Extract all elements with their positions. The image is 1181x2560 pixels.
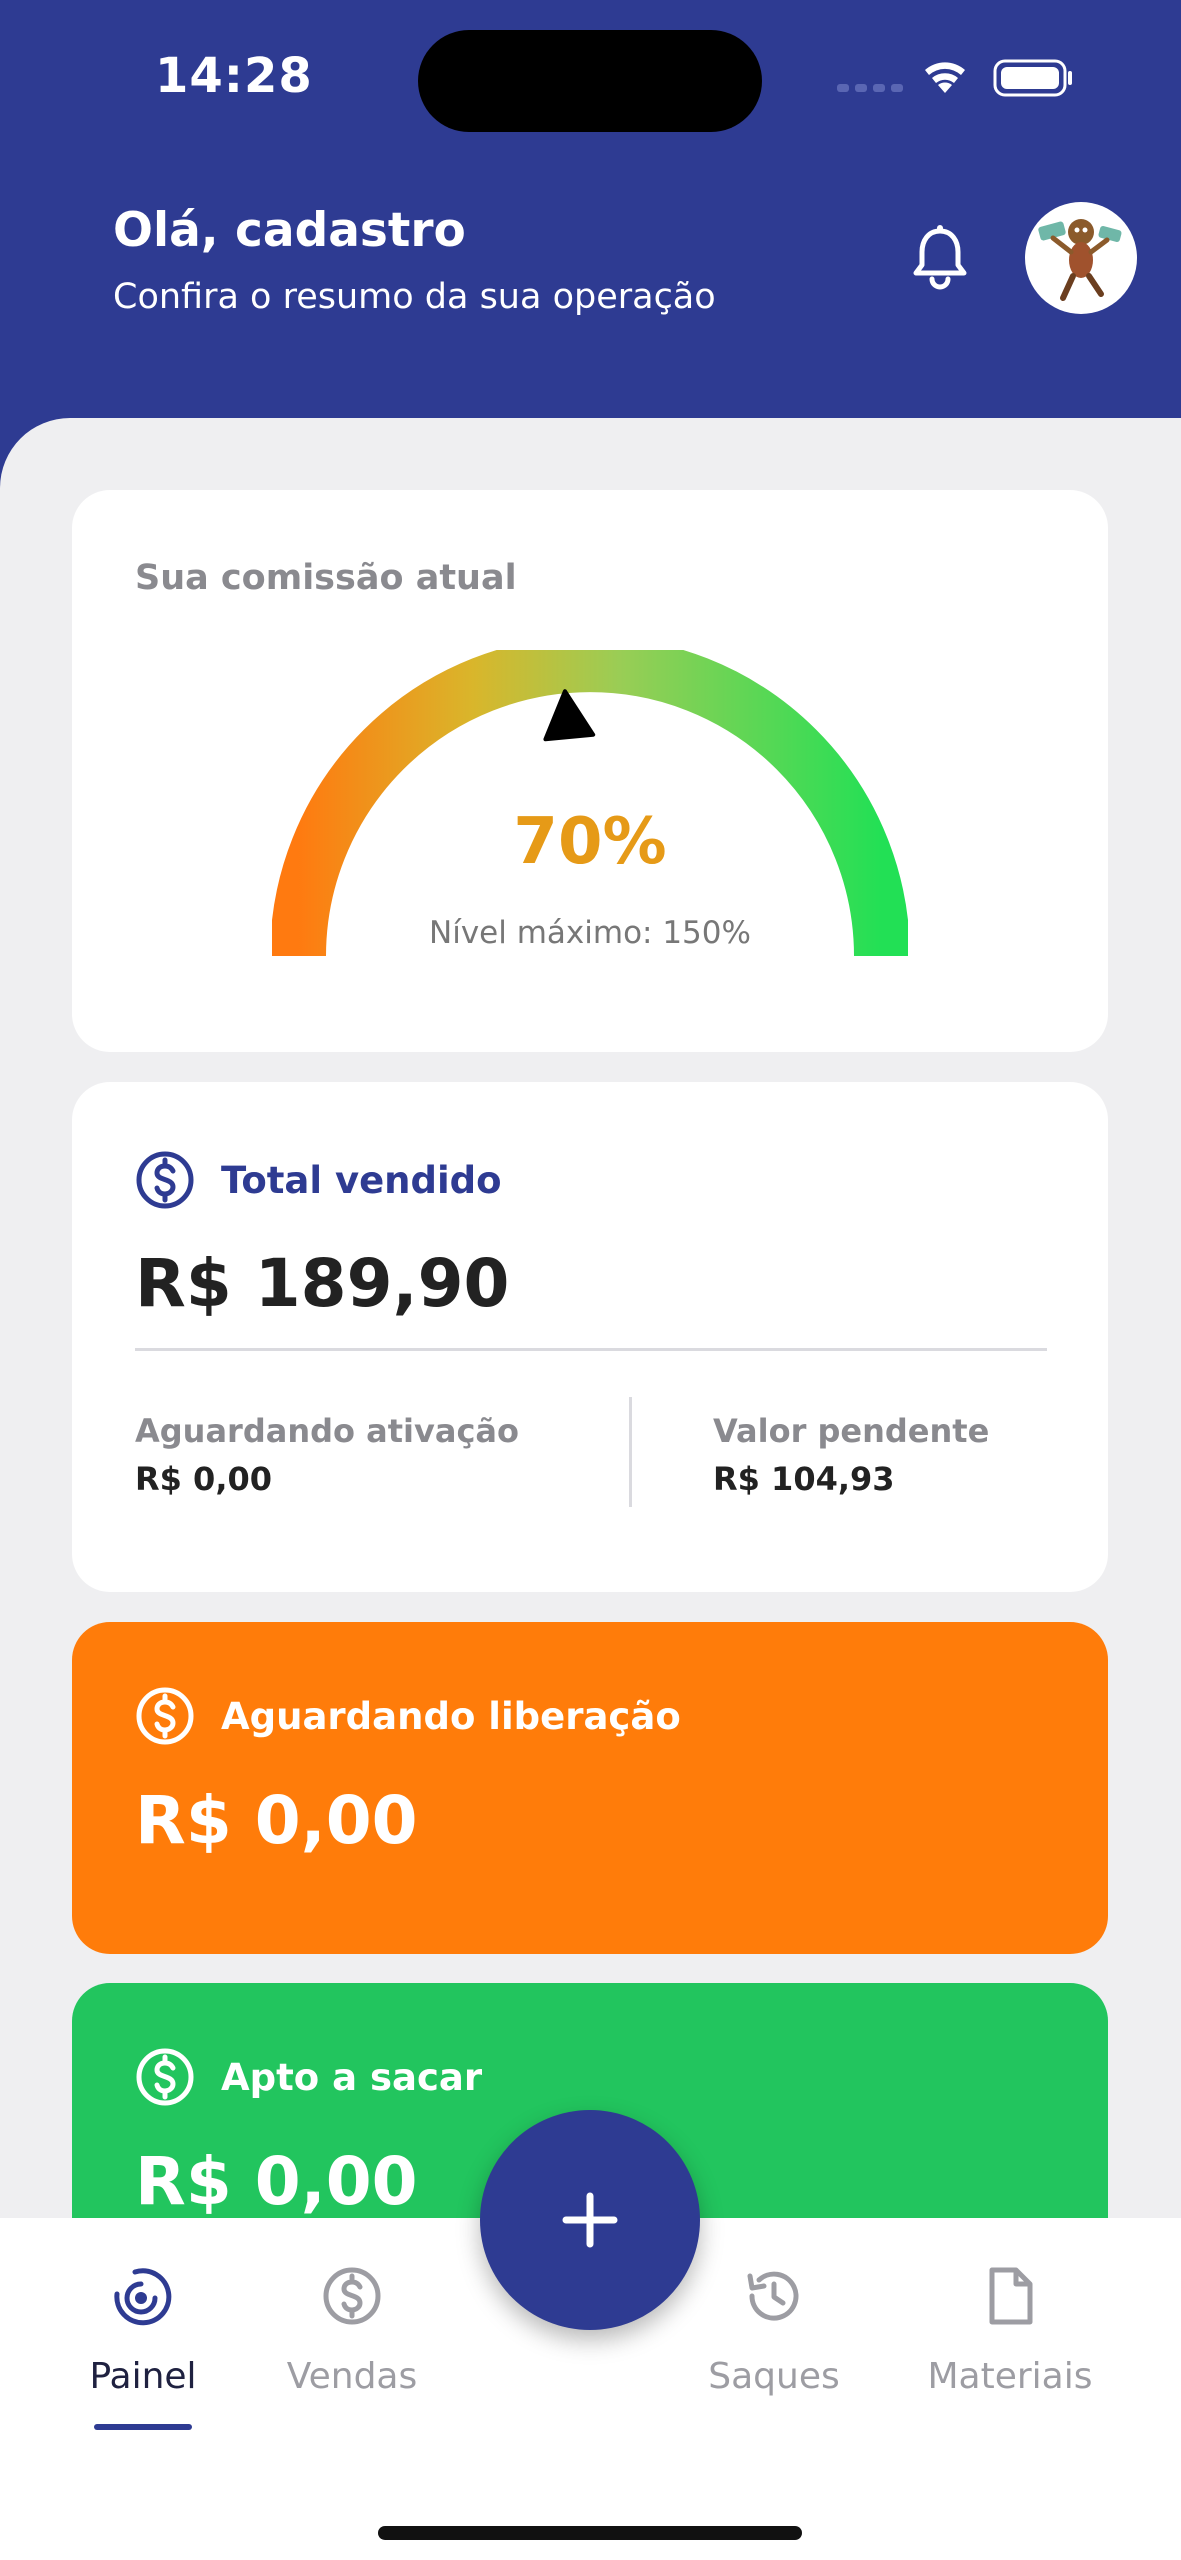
- document-icon: [989, 2267, 1033, 2325]
- dollar-circle-icon: [136, 2048, 194, 2106]
- tab-materiais[interactable]: Materiais: [910, 2218, 1110, 2478]
- greeting-title: Olá, cadastro: [113, 203, 466, 258]
- commission-value: 70%: [513, 805, 667, 879]
- history-icon: [747, 2271, 799, 2321]
- awaiting-activation-value: R$ 0,00: [135, 1460, 272, 1498]
- awaiting-release-amount: R$ 0,00: [135, 1782, 418, 1859]
- awaiting-activation-label: Aguardando ativação: [135, 1412, 519, 1450]
- commission-title: Sua comissão atual: [135, 558, 517, 598]
- tab-vendas[interactable]: Vendas: [252, 2218, 452, 2478]
- dollar-circle-icon: [136, 1151, 194, 1209]
- notification-bell-icon[interactable]: [910, 225, 970, 291]
- painel-icon: [114, 2268, 172, 2326]
- tab-saques-label: Saques: [708, 2356, 840, 2397]
- cellular-signal-icon: [837, 84, 903, 92]
- awaiting-release-card[interactable]: Aguardando liberação R$ 0,00: [72, 1622, 1108, 1954]
- mascot-image: [1038, 219, 1122, 301]
- divider: [135, 1348, 1047, 1351]
- avatar[interactable]: [1025, 202, 1137, 314]
- commission-max-level: Nível máximo: 150%: [429, 915, 751, 951]
- total-sold-amount: R$ 189,90: [135, 1245, 510, 1322]
- greeting-subtitle: Confira o resumo da sua operação: [113, 277, 716, 317]
- dollar-circle-icon: [136, 1687, 194, 1745]
- ready-to-withdraw-header: Apto a sacar: [135, 2047, 482, 2107]
- total-sold-header: Total vendido: [135, 1150, 502, 1210]
- plus-icon: [562, 2192, 618, 2248]
- ready-to-withdraw-amount: R$ 0,00: [135, 2143, 418, 2220]
- total-sold-title: Total vendido: [221, 1158, 502, 1202]
- wifi-icon: [925, 62, 965, 93]
- battery-icon: [993, 59, 1072, 97]
- status-time: 14:28: [155, 48, 313, 104]
- status-icons: [837, 59, 1072, 97]
- dynamic-island: [418, 30, 762, 132]
- total-sold-card[interactable]: Total vendido R$ 189,90 Aguardando ativa…: [72, 1082, 1108, 1592]
- awaiting-release-header: Aguardando liberação: [135, 1686, 681, 1746]
- active-tab-indicator: [94, 2424, 192, 2430]
- commission-card: Sua comissão atual 70% Nível máximo: 150…: [72, 490, 1108, 1052]
- pending-value: R$ 104,93: [713, 1460, 895, 1498]
- tab-vendas-label: Vendas: [286, 2356, 418, 2397]
- awaiting-release-title: Aguardando liberação: [221, 1694, 681, 1738]
- gauge-needle: [543, 689, 596, 742]
- tab-painel[interactable]: Painel: [43, 2218, 243, 2478]
- home-indicator: [378, 2526, 802, 2540]
- tab-materiais-label: Materiais: [927, 2356, 1093, 2397]
- add-button[interactable]: [480, 2110, 700, 2330]
- dollar-circle-icon: [323, 2267, 381, 2325]
- ready-to-withdraw-title: Apto a sacar: [221, 2055, 483, 2099]
- pending-value-label: Valor pendente: [713, 1412, 990, 1450]
- tab-painel-label: Painel: [89, 2356, 197, 2397]
- tab-saques[interactable]: Saques: [674, 2218, 874, 2478]
- divider-vertical: [629, 1397, 632, 1507]
